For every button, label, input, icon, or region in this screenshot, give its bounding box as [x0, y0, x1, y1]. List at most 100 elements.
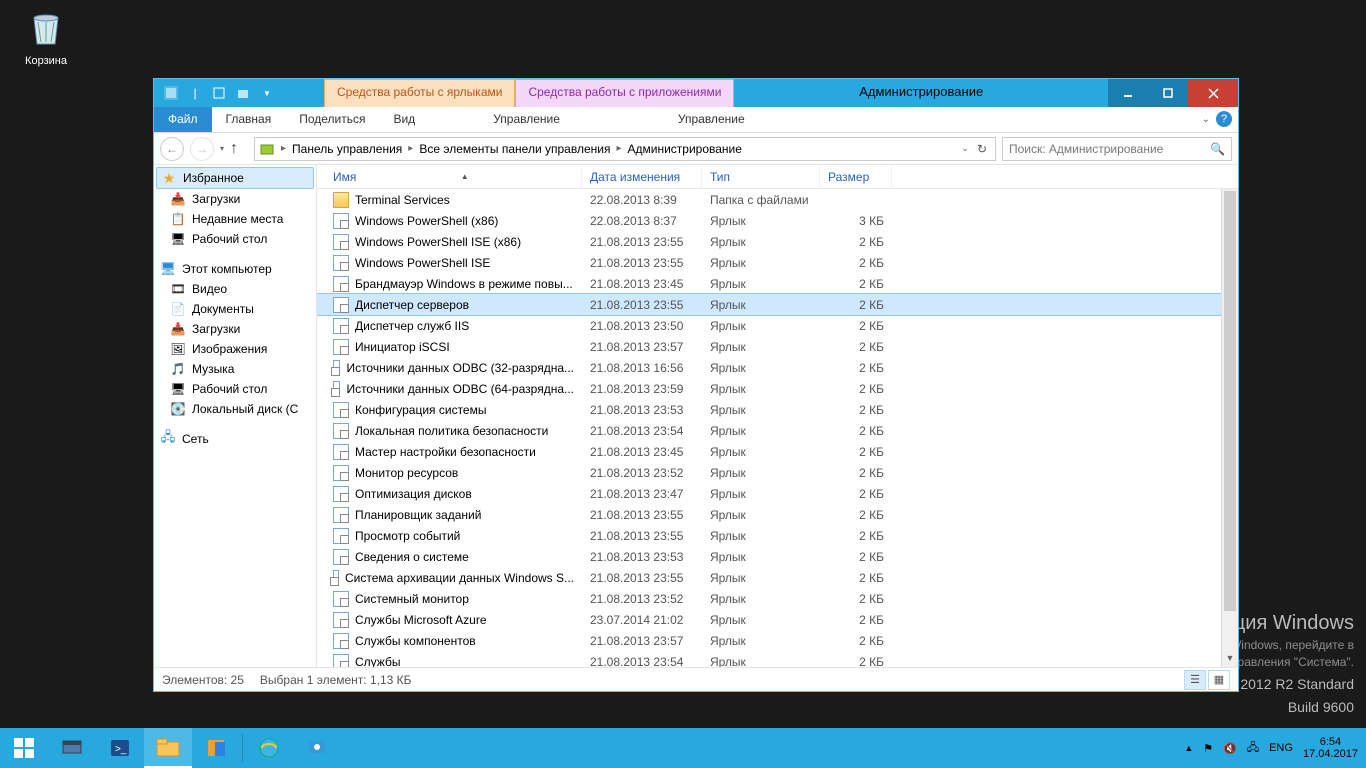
nav-pc-item[interactable]: 🎵Музыка	[154, 359, 316, 379]
titlebar[interactable]: | ▼ Средства работы с ярлыками Средства …	[154, 79, 1238, 107]
tab-view[interactable]: Вид	[379, 107, 429, 132]
file-type: Ярлык	[702, 298, 820, 312]
back-button[interactable]: ←	[160, 137, 184, 161]
search-input[interactable]: Поиск: Администрирование 🔍	[1002, 137, 1232, 161]
qat-newfolder[interactable]	[232, 82, 254, 104]
tab-manage-1[interactable]: Управление	[479, 107, 574, 132]
nav-pc-item[interactable]: 💽Локальный диск (C	[154, 399, 316, 419]
file-row[interactable]: Windows PowerShell ISE (x86)21.08.2013 2…	[317, 231, 1238, 252]
taskbar-app-2[interactable]	[293, 728, 341, 768]
tab-file[interactable]: Файл	[154, 107, 212, 132]
file-row[interactable]: Сведения о системе21.08.2013 23:53Ярлык2…	[317, 546, 1238, 567]
shortcut-icon	[333, 276, 349, 292]
nav-thispc[interactable]: 🖥Этот компьютер	[154, 259, 316, 279]
nav-pc-item[interactable]: 🖼Изображения	[154, 339, 316, 359]
file-row[interactable]: Windows PowerShell (x86)22.08.2013 8:37Я…	[317, 210, 1238, 231]
file-row[interactable]: Мастер настройки безопасности21.08.2013 …	[317, 441, 1238, 462]
file-row[interactable]: Система архивации данных Windows S...21.…	[317, 567, 1238, 588]
context-tab-shortcut[interactable]: Средства работы с ярлыками	[324, 79, 515, 107]
shortcut-icon	[333, 234, 349, 250]
breadcrumb-2[interactable]: Все элементы панели управления	[419, 142, 610, 156]
taskbar-ie[interactable]	[245, 728, 293, 768]
taskbar-powershell[interactable]: >_	[96, 728, 144, 768]
nav-pc-item[interactable]: 🖥Рабочий стол	[154, 379, 316, 399]
taskbar-app-1[interactable]	[192, 728, 240, 768]
taskbar: >_ ▲ ⚑ 🔇 🖧 ENG 6:54 17.04.2017	[0, 728, 1366, 768]
breadcrumb-1[interactable]: Панель управления	[292, 142, 402, 156]
nav-pc-item[interactable]: 🎞Видео	[154, 279, 316, 299]
qat-properties[interactable]	[208, 82, 230, 104]
col-date[interactable]: Дата изменения	[582, 166, 702, 188]
shortcut-icon	[333, 255, 349, 271]
chevron-right-icon[interactable]: ▸	[279, 143, 288, 154]
file-row[interactable]: Службы Microsoft Azure23.07.2014 21:02Яр…	[317, 609, 1238, 630]
language-indicator[interactable]: ENG	[1269, 742, 1293, 754]
file-row[interactable]: Монитор ресурсов21.08.2013 23:52Ярлык2 К…	[317, 462, 1238, 483]
file-row[interactable]: Конфигурация системы21.08.2013 23:53Ярлы…	[317, 399, 1238, 420]
address-bar[interactable]: ▸ Панель управления ▸ Все элементы панел…	[254, 137, 996, 161]
recent-dropdown[interactable]: ▾	[220, 144, 224, 153]
refresh-icon[interactable]: ↻	[973, 142, 991, 156]
breadcrumb-3[interactable]: Администрирование	[627, 142, 741, 156]
file-row[interactable]: Оптимизация дисков21.08.2013 23:47Ярлык2…	[317, 483, 1238, 504]
nav-favorites[interactable]: ★Избранное	[156, 167, 314, 189]
nav-pc-item[interactable]: 📥Загрузки	[154, 319, 316, 339]
file-row[interactable]: Просмотр событий21.08.2013 23:55Ярлык2 К…	[317, 525, 1238, 546]
chevron-right-icon[interactable]: ▸	[406, 143, 415, 154]
column-headers: Имя▲ Дата изменения Тип Размер	[317, 165, 1238, 189]
file-row[interactable]: Брандмауэр Windows в режиме повы...21.08…	[317, 273, 1238, 294]
forward-button[interactable]: →	[190, 137, 214, 161]
maximize-button[interactable]	[1148, 79, 1188, 107]
file-row[interactable]: Terminal Services22.08.2013 8:39Папка с …	[317, 189, 1238, 210]
tab-share[interactable]: Поделиться	[285, 107, 379, 132]
file-row[interactable]: Источники данных ODBC (64-разрядна...21.…	[317, 378, 1238, 399]
nav-network[interactable]: 🖧Сеть	[154, 429, 316, 449]
nav-pc-item[interactable]: 📄Документы	[154, 299, 316, 319]
scroll-thumb[interactable]	[1224, 191, 1236, 611]
tab-manage-2[interactable]: Управление	[664, 107, 759, 132]
file-row[interactable]: Локальная политика безопасности21.08.201…	[317, 420, 1238, 441]
scroll-down-icon[interactable]: ▼	[1222, 650, 1238, 667]
recycle-bin[interactable]: Корзина	[14, 8, 78, 67]
nav-fav-item[interactable]: 📋Недавние места	[154, 209, 316, 229]
nav-fav-item[interactable]: 📥Загрузки	[154, 189, 316, 209]
taskbar-server-manager[interactable]	[48, 728, 96, 768]
file-row[interactable]: Службы компонентов21.08.2013 23:57Ярлык2…	[317, 630, 1238, 651]
file-row[interactable]: Системный монитор21.08.2013 23:52Ярлык2 …	[317, 588, 1238, 609]
file-row[interactable]: Службы21.08.2013 23:54Ярлык2 КБ	[317, 651, 1238, 667]
addr-dropdown-icon[interactable]: ⌄	[961, 143, 969, 154]
file-row[interactable]: Источники данных ODBC (32-разрядна...21.…	[317, 357, 1238, 378]
vertical-scrollbar[interactable]: ▲ ▼	[1221, 189, 1238, 667]
file-size: 3 КБ	[820, 214, 892, 228]
clock[interactable]: 6:54 17.04.2017	[1303, 736, 1358, 760]
start-button[interactable]	[0, 728, 48, 768]
star-icon: ★	[161, 170, 177, 186]
tray-volume-icon[interactable]: 🔇	[1223, 742, 1237, 755]
chevron-right-icon[interactable]: ▸	[614, 143, 623, 154]
file-row[interactable]: Инициатор iSCSI21.08.2013 23:57Ярлык2 КБ	[317, 336, 1238, 357]
file-row[interactable]: Диспетчер серверов21.08.2013 23:55Ярлык2…	[317, 294, 1238, 315]
view-details-button[interactable]: ☰	[1184, 670, 1206, 690]
file-row[interactable]: Диспетчер служб IIS21.08.2013 23:50Ярлык…	[317, 315, 1238, 336]
tray-network-icon[interactable]: 🖧	[1247, 739, 1259, 758]
taskbar-explorer[interactable]	[144, 728, 192, 768]
col-size[interactable]: Размер	[820, 166, 892, 188]
view-icons-button[interactable]: ▦	[1208, 670, 1230, 690]
file-row[interactable]: Планировщик заданий21.08.2013 23:55Ярлык…	[317, 504, 1238, 525]
qat-dropdown[interactable]: ▼	[256, 82, 278, 104]
tab-home[interactable]: Главная	[212, 107, 286, 132]
nav-fav-item[interactable]: 🖥Рабочий стол	[154, 229, 316, 249]
close-button[interactable]	[1188, 79, 1238, 107]
minimize-button[interactable]	[1108, 79, 1148, 107]
help-icon[interactable]: ?	[1216, 111, 1232, 127]
col-type[interactable]: Тип	[702, 166, 820, 188]
file-size: 2 КБ	[820, 361, 892, 375]
app-icon[interactable]	[160, 82, 182, 104]
context-tab-apps[interactable]: Средства работы с приложениями	[515, 79, 734, 107]
ribbon-expand-icon[interactable]: ⌄	[1202, 114, 1210, 125]
tray-up-icon[interactable]: ▲	[1184, 743, 1193, 753]
file-row[interactable]: Windows PowerShell ISE21.08.2013 23:55Яр…	[317, 252, 1238, 273]
col-name[interactable]: Имя▲	[325, 166, 582, 188]
up-button[interactable]: ↑	[230, 140, 248, 158]
tray-flag-icon[interactable]: ⚑	[1203, 742, 1213, 755]
